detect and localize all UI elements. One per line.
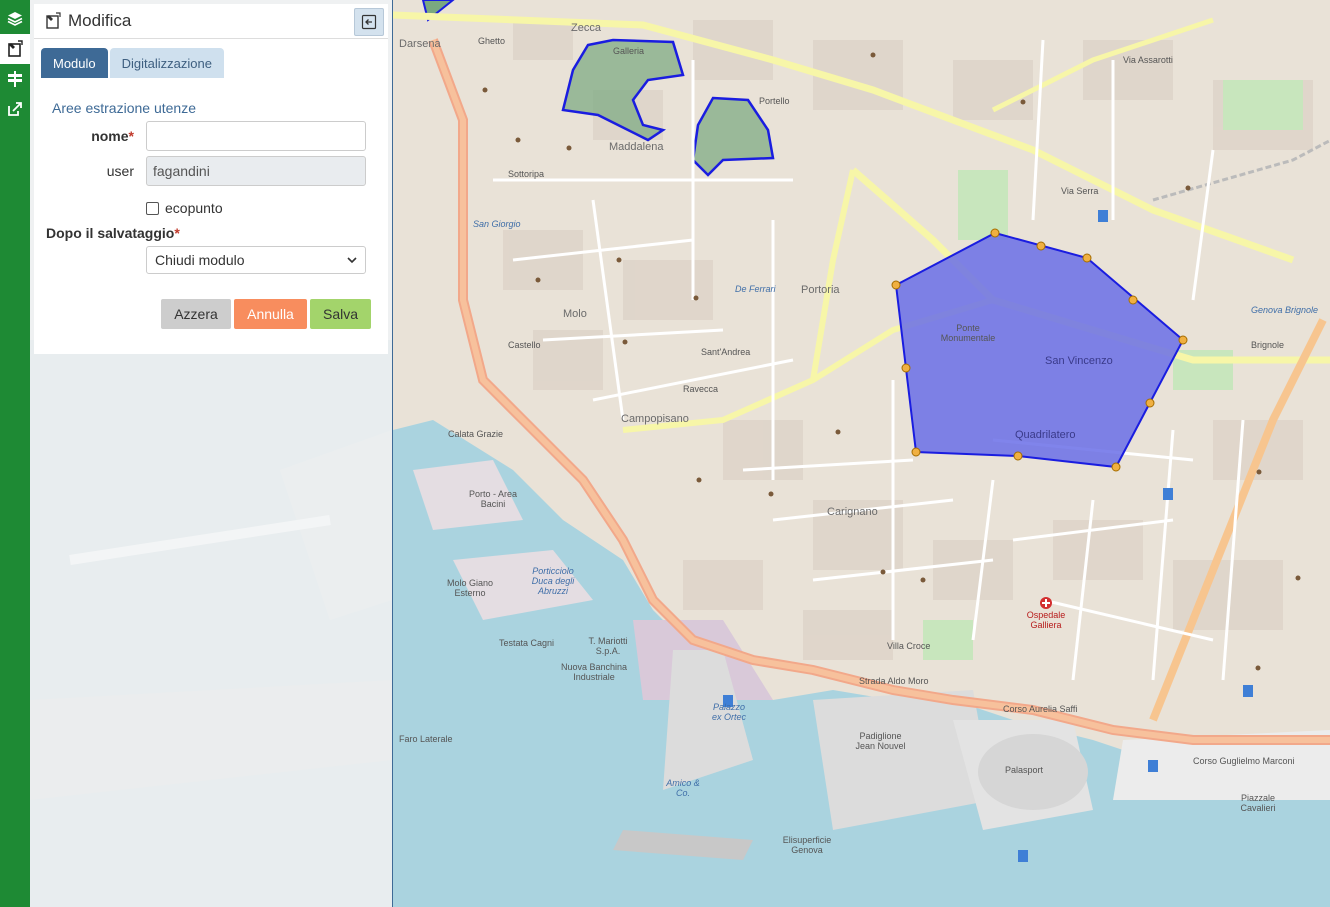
after-save-label: Dopo il salvataggio* [46,225,180,241]
map-label: Palasport [1005,765,1044,775]
tab-modulo[interactable]: Modulo [41,48,108,78]
map-label: Via Serra [1061,186,1099,196]
section-title: Aree estrazione utenze [52,100,196,116]
user-label: user [106,163,134,179]
map-label: Strada Aldo Moro [859,676,929,686]
map-label: Ospedale Galliera [1026,610,1066,630]
map-label: Porticciolo Duca degli Abruzzi [531,566,575,596]
field-row-user: user [34,156,388,186]
map-label: San Vincenzo [1045,355,1113,367]
map-label: Villa Croce [887,641,931,651]
map-label: Porto - Area Bacini [468,489,518,509]
map-label: Piazzale Cavalieri [1240,793,1276,813]
collapse-panel-button[interactable] [354,8,384,36]
map-label: Ponte Monumentale [940,323,996,343]
map-label: Nuova Banchina Industriale [560,662,628,682]
panel-title: Modifica [68,11,132,30]
map-label: Portoria [801,284,840,296]
cancel-button[interactable]: Annulla [234,299,307,329]
map-canvas [393,0,1330,907]
edit-panel: Modifica Modulo Digitalizzazione Aree es… [34,4,388,354]
map-label: Quadrilatero [1015,429,1076,441]
panel-area: Modifica Modulo Digitalizzazione Aree es… [30,0,392,907]
layers-button[interactable] [0,4,30,34]
panel-header: Modifica [34,4,388,39]
map-label: Sottoripa [508,169,545,179]
save-button[interactable]: Salva [310,299,371,329]
ecopunto-checkbox[interactable] [146,201,159,215]
edit-form-icon [46,12,61,29]
map-label: Molo [563,308,587,320]
map-label: Portello [759,96,790,106]
map-label: Ghetto [478,36,506,46]
map-label: Maddalena [609,141,664,153]
map-label: Genova Brignole [1251,305,1319,315]
map-label: Darsena [399,38,441,50]
map-label: Palazzo ex Ortec [711,702,746,722]
signpost-button[interactable] [0,64,30,94]
nome-label: nome* [91,128,134,144]
map-label: Padiglione Jean Nouvel [855,731,906,751]
external-link-button[interactable] [0,94,30,124]
map-label: San Giorgio [473,219,521,229]
chevron-down-icon [347,257,357,264]
map-label: Zecca [571,22,601,34]
map-label: Brignole [1251,340,1285,350]
side-toolbar [0,0,30,907]
map-label: Amico & Co. [666,778,700,798]
map-label: Sant'Andrea [701,347,751,357]
map-view[interactable]: Darsena Ghetto Zecca Maddalena Sottoripa… [392,0,1330,907]
map-label: Via Assarotti [1123,55,1173,65]
map-label: Molo Giano Esterno [446,578,494,598]
map-label: Corso Guglielmo Marconi [1193,756,1295,766]
map-label: Corso Aurelia Saffi [1003,704,1078,714]
user-input[interactable] [146,156,366,186]
after-save-selected: Chiudi modulo [155,252,245,268]
reset-button[interactable]: Azzera [161,299,231,329]
ecopunto-row: ecopunto [146,200,223,216]
map-label: Castello [508,340,541,350]
ecopunto-label: ecopunto [165,200,223,216]
edit-form-icon [8,40,23,57]
panel-tabs: Modulo Digitalizzazione [41,48,224,78]
layers-icon [7,12,23,26]
map-label: Testata Cagni [499,638,555,648]
field-row-nome: nome* [34,121,388,151]
external-link-icon [8,102,22,116]
signpost-icon [8,71,22,87]
edit-form-button[interactable] [0,34,30,64]
map-label: Galleria [613,46,645,56]
map-label: Campopisano [621,413,689,425]
map-label: De Ferrari [735,284,776,294]
map-label: Elisuperficie Genova [782,835,832,855]
map-label: Carignano [827,506,878,518]
tab-digitalizzazione[interactable]: Digitalizzazione [109,48,224,78]
map-label: Faro Laterale [399,734,453,744]
after-save-select[interactable]: Chiudi modulo [146,246,366,274]
collapse-left-icon [361,14,377,30]
map-label: T. Mariotti S.p.A. [588,636,628,656]
map-label: Ravecca [683,384,719,394]
nome-input[interactable] [146,121,366,151]
map-label: Calata Grazie [448,429,504,439]
